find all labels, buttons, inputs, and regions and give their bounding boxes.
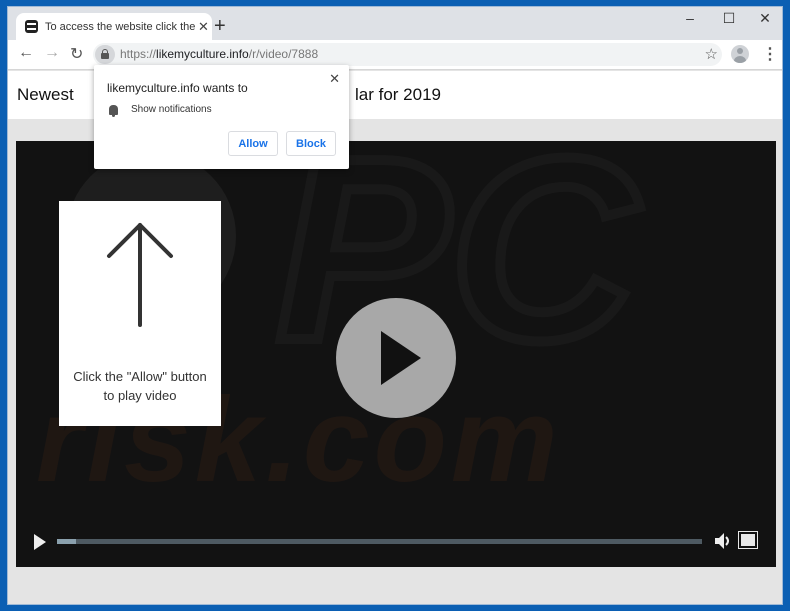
browser-tab[interactable]: To access the website click the "Allow" … (16, 13, 212, 40)
volume-icon[interactable] (713, 531, 733, 551)
block-button[interactable]: Block (286, 131, 336, 156)
up-arrow-icon (107, 223, 173, 327)
profile-avatar-icon[interactable] (731, 45, 749, 63)
kebab-menu-icon[interactable]: ⋮ (762, 44, 778, 64)
minimize-button[interactable]: – (675, 10, 705, 26)
allow-button[interactable]: Allow (228, 131, 278, 156)
watermark-pc: PC (271, 141, 642, 400)
tab-strip: To access the website click the "Allow" … (8, 7, 782, 40)
header-title-left: Newest (17, 85, 74, 104)
allow-hint-card: Click the "Allow" button to play video (59, 201, 221, 426)
address-bar[interactable]: https://likemyculture.info/r/video/7888 … (93, 43, 722, 66)
bookmark-star-icon[interactable]: ☆ (705, 45, 718, 63)
tab-title: To access the website click the "Allow" … (45, 20, 195, 33)
big-play-button[interactable] (336, 298, 456, 418)
permission-text: Show notifications (131, 104, 212, 115)
popup-title: likemyculture.info wants to (107, 81, 248, 95)
url-text[interactable]: https://likemyculture.info/r/video/7888 (120, 47, 318, 61)
play-icon[interactable] (34, 534, 46, 550)
forward-button[interactable]: → (44, 44, 60, 62)
video-player[interactable]: PC risk.com Click the "Allow" button to … (16, 141, 776, 567)
bell-icon (109, 105, 118, 117)
header-title-right: lar for 2019 (355, 85, 441, 104)
lock-icon[interactable] (95, 45, 115, 64)
reload-button[interactable]: ↻ (70, 44, 83, 64)
notification-permission-popup: likemyculture.info wants to ✕ Show notif… (94, 65, 349, 169)
close-window-button[interactable]: ✕ (750, 10, 780, 27)
site-favicon-icon (25, 20, 38, 33)
allow-hint-text: Click the "Allow" button to play video (73, 369, 207, 403)
fullscreen-icon[interactable] (738, 531, 758, 549)
new-tab-button[interactable]: + (214, 15, 226, 38)
popup-close-icon[interactable]: ✕ (329, 71, 340, 87)
progress-fill (57, 539, 77, 544)
video-progress-bar[interactable] (57, 539, 702, 544)
maximize-button[interactable]: ☐ (714, 10, 744, 27)
close-tab-icon[interactable]: ✕ (198, 19, 209, 35)
back-button[interactable]: ← (18, 44, 34, 62)
